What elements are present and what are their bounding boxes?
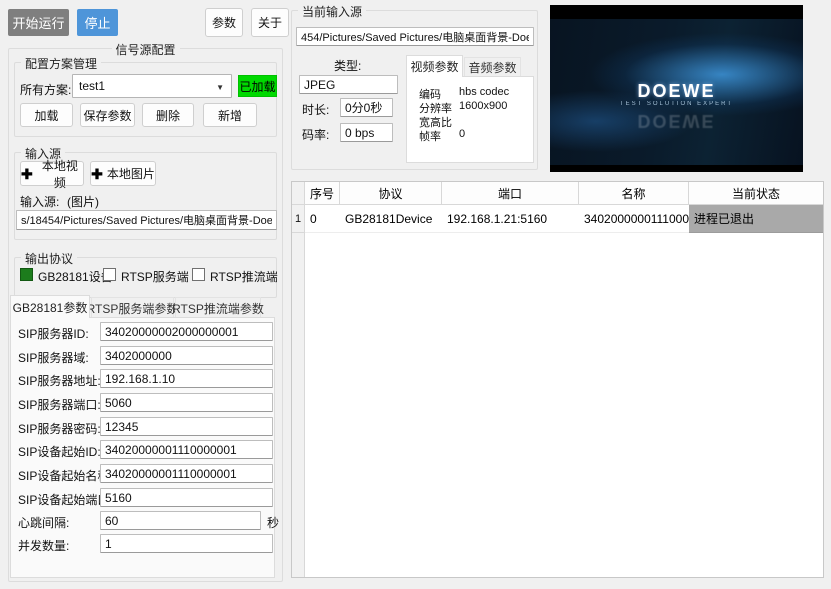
sip-server-password-input[interactable] bbox=[100, 417, 273, 436]
sip-server-domain-label: SIP服务器域: bbox=[18, 349, 89, 366]
save-params-button[interactable]: 保存参数 bbox=[80, 103, 135, 127]
tab-video-params[interactable]: 视频参数 bbox=[406, 55, 463, 77]
concurrency-input[interactable] bbox=[100, 534, 273, 553]
sip-server-id-label: SIP服务器ID: bbox=[18, 325, 89, 342]
output-protocol-title: 输出协议 bbox=[21, 250, 77, 267]
rtsp-push-label: RTSP推流端 bbox=[210, 268, 278, 285]
sip-device-start-id-label: SIP设备起始ID: bbox=[18, 443, 101, 460]
col-header-name[interactable]: 名称 bbox=[579, 182, 689, 205]
sip-server-address-label: SIP服务器地址: bbox=[18, 372, 101, 389]
rtsp-server-checkbox[interactable] bbox=[103, 268, 116, 281]
scheme-select[interactable]: test1 ▼ bbox=[72, 74, 232, 98]
duration-value-input[interactable] bbox=[340, 98, 393, 117]
sip-device-start-port-input[interactable] bbox=[100, 488, 273, 507]
bitrate-label: 码率: bbox=[302, 126, 329, 143]
delete-button[interactable]: 删除 bbox=[142, 103, 194, 127]
params-button[interactable]: 参数 bbox=[205, 8, 243, 37]
tab-rtsp-server-params[interactable]: RTSP服务端参数 bbox=[91, 297, 174, 318]
cell-port[interactable]: 192.168.1.21:5160 bbox=[442, 205, 579, 233]
tab-audio-params[interactable]: 音频参数 bbox=[464, 57, 521, 77]
add-button[interactable]: 新增 bbox=[203, 103, 257, 127]
framerate-label: 帧率 bbox=[419, 128, 441, 144]
scheme-selected-value: test1 bbox=[79, 79, 105, 93]
gb28181-device-label: GB28181设备 bbox=[38, 268, 113, 285]
tab-rtsp-push-params[interactable]: RTSP推流端参数 bbox=[175, 297, 261, 318]
row-header-strip bbox=[292, 233, 305, 577]
rtsp-push-checkbox[interactable] bbox=[192, 268, 205, 281]
resolution-value: 1600x900 bbox=[459, 100, 507, 112]
type-value-input[interactable] bbox=[299, 75, 398, 94]
chevron-down-icon: ▼ bbox=[216, 83, 224, 92]
sip-server-domain-input[interactable] bbox=[100, 346, 273, 365]
cell-status[interactable]: 进程已退出 bbox=[689, 205, 823, 233]
sip-device-start-name-label: SIP设备起始名称: bbox=[18, 467, 113, 484]
app-window: 开始运行 停止 参数 关于 信号源配置 配置方案管理 所有方案: test1 ▼… bbox=[0, 0, 831, 589]
sip-server-password-label: SIP服务器密码: bbox=[18, 420, 101, 437]
input-source-label: 输入源: bbox=[20, 193, 59, 210]
row-header[interactable]: 1 bbox=[292, 205, 305, 233]
doewe-logo: DOEWE bbox=[550, 81, 803, 102]
rtsp-server-label: RTSP服务端 bbox=[121, 268, 189, 285]
col-header-protocol[interactable]: 协议 bbox=[340, 182, 442, 205]
heartbeat-interval-input[interactable] bbox=[100, 511, 261, 530]
doewe-tagline: TEST SOLUTION EXPERT bbox=[550, 101, 803, 107]
video-preview: DOEWE TEST SOLUTION EXPERT DOEWE bbox=[550, 5, 803, 172]
device-table: 序号 协议 端口 名称 当前状态 1 0 GB28181Device 192.1… bbox=[291, 181, 824, 578]
local-video-label: 本地视频 bbox=[37, 157, 83, 191]
col-header-index[interactable]: 序号 bbox=[305, 182, 340, 205]
stop-button[interactable]: 停止 bbox=[77, 9, 118, 36]
sip-server-port-label: SIP服务器端口: bbox=[18, 396, 101, 413]
doewe-logo-reflection: DOEWE bbox=[550, 110, 803, 131]
sip-server-id-input[interactable] bbox=[100, 322, 273, 341]
signal-config-title: 信号源配置 bbox=[111, 41, 179, 58]
local-image-label: 本地图片 bbox=[107, 165, 155, 182]
about-button[interactable]: 关于 bbox=[251, 8, 289, 37]
current-input-path[interactable] bbox=[296, 27, 534, 46]
video-params-panel: 编码 hbs codec 分辨率 1600x900 宽高比 帧率 0 bbox=[406, 76, 534, 163]
all-schemes-label: 所有方案: bbox=[20, 81, 71, 98]
heartbeat-unit-label: 秒 bbox=[267, 514, 279, 531]
cell-name[interactable]: 3402000000111000... bbox=[579, 205, 689, 233]
local-image-button[interactable]: ✚ 本地图片 bbox=[90, 161, 156, 186]
heartbeat-interval-label: 心跳间隔: bbox=[18, 514, 69, 531]
load-button[interactable]: 加载 bbox=[20, 103, 73, 127]
cell-index[interactable]: 0 bbox=[305, 205, 340, 233]
preview-image: DOEWE TEST SOLUTION EXPERT DOEWE bbox=[550, 19, 803, 165]
sip-device-start-port-label: SIP设备起始端口: bbox=[18, 491, 113, 508]
bitrate-value-input[interactable] bbox=[340, 123, 393, 142]
plus-icon: ✚ bbox=[21, 167, 33, 181]
sip-server-address-input[interactable] bbox=[100, 369, 273, 388]
local-video-button[interactable]: ✚ 本地视频 bbox=[20, 161, 84, 186]
input-source-kind: (图片) bbox=[67, 193, 99, 210]
start-run-button[interactable]: 开始运行 bbox=[8, 9, 69, 36]
cell-protocol[interactable]: GB28181Device bbox=[340, 205, 442, 233]
type-label: 类型: bbox=[334, 57, 361, 74]
duration-label: 时长: bbox=[302, 101, 329, 118]
input-source-path[interactable] bbox=[16, 210, 277, 230]
col-header-port[interactable]: 端口 bbox=[442, 182, 579, 205]
col-header-status[interactable]: 当前状态 bbox=[689, 182, 823, 205]
sip-device-start-id-input[interactable] bbox=[100, 440, 273, 459]
loaded-status-badge: 已加载 bbox=[238, 75, 277, 97]
framerate-value: 0 bbox=[459, 128, 465, 140]
sip-server-port-input[interactable] bbox=[100, 393, 273, 412]
plus-icon: ✚ bbox=[91, 167, 103, 181]
tab-gb28181-params[interactable]: GB28181参数 bbox=[10, 295, 90, 318]
concurrency-label: 并发数量: bbox=[18, 537, 69, 554]
codec-value: hbs codec bbox=[459, 86, 509, 98]
table-corner-cell bbox=[292, 182, 305, 205]
gb28181-device-checkbox[interactable] bbox=[20, 268, 33, 281]
scheme-group-title: 配置方案管理 bbox=[21, 55, 101, 72]
sip-device-start-name-input[interactable] bbox=[100, 464, 273, 483]
current-input-title: 当前输入源 bbox=[298, 3, 366, 20]
